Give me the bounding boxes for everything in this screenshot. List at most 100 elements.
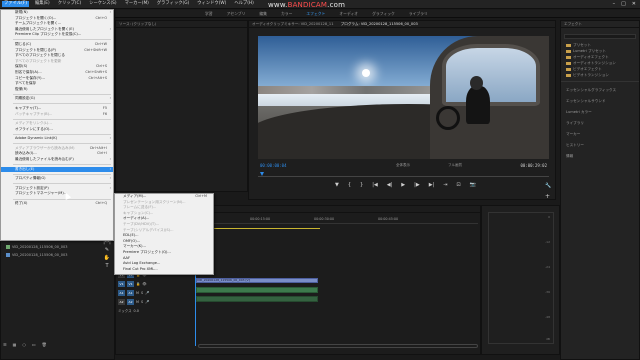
workspace-tab[interactable]: オーディオ bbox=[339, 11, 358, 17]
track-label[interactable]: A2 bbox=[127, 298, 134, 305]
zoom-slider-icon[interactable]: ○ bbox=[22, 342, 26, 347]
effects-folder[interactable]: ビデオトランジション bbox=[566, 72, 639, 78]
menu-item[interactable]: クリップ(C) bbox=[56, 1, 84, 7]
panel-section-tab[interactable]: エッセンシャルサウンド bbox=[566, 96, 639, 107]
new-bin-icon[interactable]: ▭ bbox=[32, 342, 36, 347]
audio-clip[interactable] bbox=[196, 287, 318, 293]
workspace-tab[interactable]: エフェクト bbox=[306, 11, 325, 17]
work-area-bar[interactable] bbox=[196, 228, 320, 229]
solo-icon[interactable]: S bbox=[141, 300, 143, 304]
panel-section-tab[interactable]: エッセンシャルグラフィックス bbox=[566, 85, 639, 96]
menu-option[interactable]: 書き出し(E) › bbox=[1, 166, 113, 173]
workspace-tab[interactable]: カラー bbox=[281, 11, 292, 17]
close-icon[interactable]: ✕ bbox=[632, 1, 636, 7]
menu-option-label: メディアをリンク(L)... bbox=[15, 121, 52, 126]
minimize-icon[interactable]: – bbox=[613, 1, 616, 7]
menu-item[interactable]: シーケンス(S) bbox=[87, 1, 118, 7]
panel-section-tab[interactable]: マーカー bbox=[566, 129, 639, 140]
menu-item[interactable]: グラフィック(G) bbox=[155, 1, 191, 7]
menu-option[interactable]: 最近使用したファイルを読み込む(F) › bbox=[1, 157, 113, 163]
transport-button-icon[interactable]: |▶ bbox=[414, 182, 420, 188]
panel-section-tab[interactable]: 情報 bbox=[566, 151, 639, 162]
transport-button-icon[interactable]: ▶ bbox=[401, 182, 405, 188]
panel-section-tab[interactable]: ヒストリー bbox=[566, 140, 639, 151]
transport-button-icon[interactable]: ⊡ bbox=[456, 182, 460, 188]
fit-dropdown[interactable]: 全体表示 bbox=[396, 163, 410, 168]
track-label[interactable]: A1 bbox=[127, 289, 134, 296]
quality-dropdown[interactable]: フル画質 bbox=[448, 163, 462, 168]
track-label[interactable]: V1 bbox=[127, 280, 134, 287]
panel-section-tab[interactable]: Lumetri カラー bbox=[566, 107, 639, 118]
workspace-tab[interactable]: アセンブリ bbox=[227, 11, 246, 17]
menu-option[interactable]: プロパティ情報(G) › bbox=[1, 176, 113, 182]
program-tab[interactable]: プログラム: VID_20200128_115506_00_003 bbox=[341, 22, 418, 26]
program-panel-header: オーディオクリップミキサー: VID_20200128_11 プログラム: VI… bbox=[249, 21, 555, 28]
transport-button-icon[interactable]: ▼ bbox=[335, 182, 339, 188]
eye-icon[interactable]: 👁 bbox=[142, 282, 146, 286]
track-target[interactable]: A2 bbox=[118, 298, 125, 305]
menu-option[interactable]: プロジェクトマネージャー(M)... bbox=[1, 191, 113, 197]
project-item[interactable]: VID_20200128_115506_00_003 bbox=[6, 245, 67, 249]
transport-button-icon[interactable]: 📷 bbox=[470, 182, 476, 188]
menu-option[interactable]: オフラインにする(O)... bbox=[1, 127, 113, 133]
menu-option[interactable]: 復帰(R) bbox=[1, 87, 113, 93]
source-panel-header[interactable]: ソース: (クリップなし) bbox=[116, 21, 247, 28]
track-target[interactable]: V1 bbox=[118, 280, 125, 287]
audio-clip[interactable] bbox=[196, 296, 318, 302]
tool-icon[interactable]: ✋ bbox=[100, 255, 114, 263]
transport-button-icon[interactable]: { bbox=[348, 182, 351, 188]
mic-icon[interactable]: 🎤 bbox=[145, 291, 149, 295]
video-clip[interactable]: VID_20200128_115506_00_003 [V] bbox=[196, 278, 318, 283]
panel-section-tab[interactable]: ライブラリ bbox=[566, 118, 639, 129]
mute-icon[interactable]: M bbox=[136, 300, 139, 304]
tool-icon[interactable]: T bbox=[100, 263, 114, 271]
menu-item[interactable]: ファイル(F) bbox=[2, 1, 30, 7]
menu-option[interactable]: 終了(X) Ctrl+Q bbox=[1, 201, 113, 207]
folder-icon bbox=[566, 55, 571, 59]
menu-option[interactable]: Adobe Dynamic Link(K) › bbox=[1, 136, 113, 142]
menu-item[interactable]: ヘルプ(H) bbox=[232, 1, 255, 7]
timeline-ruler[interactable]: 00:00:15:00 00:00:30:00 00:00:45:00 bbox=[194, 216, 478, 224]
transport-button-icon[interactable]: } bbox=[360, 182, 363, 188]
menu-item[interactable]: 編集(E) bbox=[33, 1, 52, 7]
solo-icon[interactable]: S bbox=[141, 291, 143, 295]
effects-search-input[interactable] bbox=[564, 34, 636, 39]
transport-button-icon[interactable]: ◀| bbox=[387, 182, 393, 188]
playhead-timecode[interactable]: 00:00:00:04 bbox=[260, 163, 287, 168]
icon-view-icon[interactable]: ▦ bbox=[13, 342, 17, 347]
transport-button-icon[interactable]: |◀ bbox=[372, 182, 378, 188]
project-item[interactable]: VID_20200128_115506_00_003 bbox=[6, 253, 67, 257]
list-view-icon[interactable]: ☰ bbox=[3, 342, 7, 347]
track-target[interactable]: A1 bbox=[118, 289, 125, 296]
add-button-icon[interactable]: + bbox=[545, 193, 550, 200]
video-preview[interactable] bbox=[258, 36, 549, 159]
menu-option[interactable]: 同期設定(G) › bbox=[1, 96, 113, 102]
effects-panel-header[interactable]: エフェクト bbox=[561, 21, 639, 28]
workspace-tab[interactable]: 学習 bbox=[205, 11, 213, 17]
workspace-tab[interactable]: ライブラリ bbox=[409, 11, 428, 17]
menu-item[interactable]: マーカー(M) bbox=[123, 1, 151, 7]
mute-icon[interactable]: M bbox=[136, 291, 139, 295]
folder-icon bbox=[566, 49, 571, 53]
timeline-scrollbar[interactable] bbox=[198, 344, 478, 348]
mix-value[interactable]: 0.0 bbox=[133, 309, 138, 313]
wrench-icon[interactable]: 🔧 bbox=[545, 183, 551, 189]
effects-folder-label: Lumetri プリセット bbox=[573, 49, 606, 53]
menu-option[interactable]: Final Cut Pro XML... bbox=[115, 267, 213, 273]
menu-option-label: 最近使用したプロジェクトを開く(E) bbox=[15, 26, 74, 31]
mic-icon[interactable]: 🎤 bbox=[145, 300, 149, 304]
mixer-tab[interactable]: オーディオクリップミキサー: VID_20200128_11 bbox=[252, 22, 334, 26]
menu-option[interactable]: Premiere Clip プロジェクトを変換(C)... bbox=[1, 32, 113, 38]
menu-separator bbox=[13, 164, 111, 166]
scrubber-playhead[interactable] bbox=[260, 172, 264, 176]
lock-icon[interactable]: 🔒 bbox=[136, 282, 140, 286]
transport-button-icon[interactable]: ⇥ bbox=[443, 182, 447, 188]
trash-icon[interactable]: 🗑 bbox=[42, 342, 47, 347]
maximize-icon[interactable]: □ bbox=[621, 1, 626, 7]
workspace-tab[interactable]: グラフィック bbox=[372, 11, 395, 17]
tool-icon[interactable]: ✎ bbox=[100, 247, 114, 255]
program-scrubber[interactable] bbox=[258, 172, 549, 177]
workspace-tab[interactable]: 編集 bbox=[259, 11, 267, 17]
menu-item[interactable]: ウィンドウ(W) bbox=[195, 1, 228, 7]
transport-button-icon[interactable]: ▶| bbox=[429, 182, 435, 188]
